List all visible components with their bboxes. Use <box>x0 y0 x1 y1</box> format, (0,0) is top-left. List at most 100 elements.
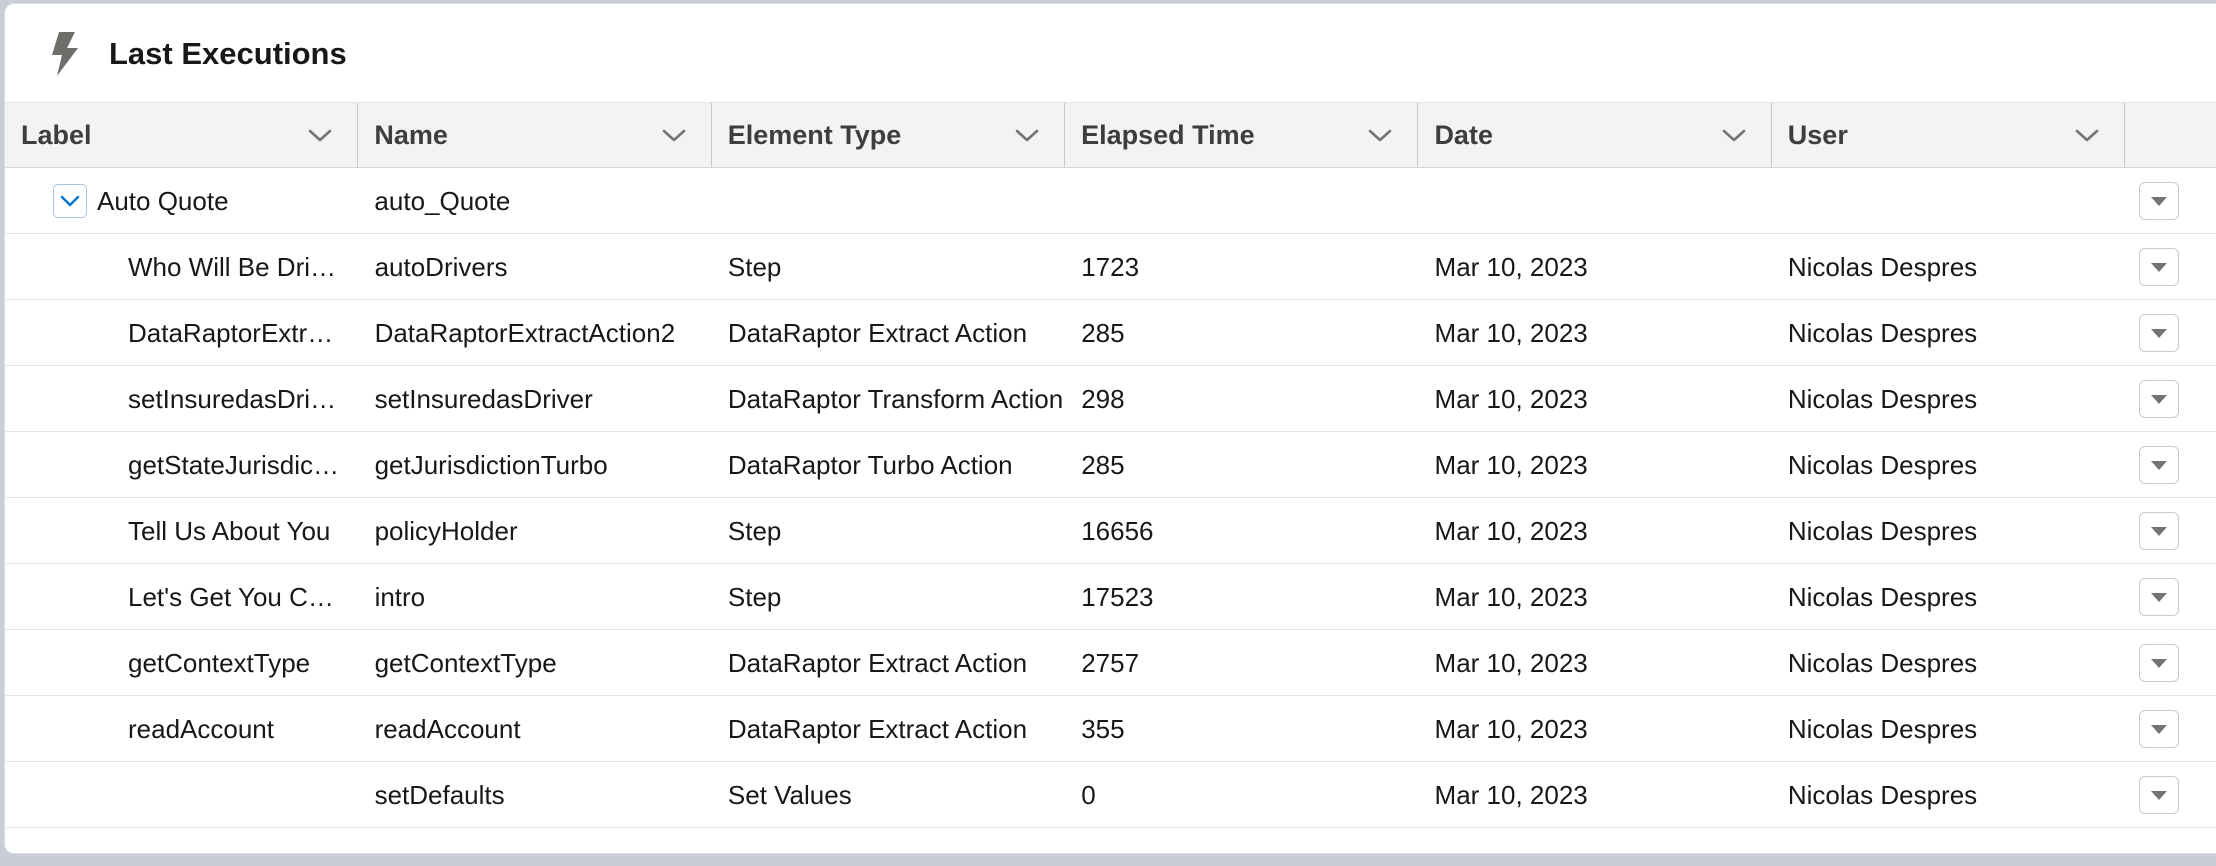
column-header-user[interactable]: User <box>1772 103 2126 167</box>
chevron-down-icon[interactable] <box>1367 124 1393 146</box>
card-header: Last Executions <box>5 4 2216 102</box>
cell-user <box>1772 168 2125 234</box>
cell-label: getStateJurisdiction <box>128 449 355 480</box>
row-actions-button[interactable] <box>2139 775 2180 814</box>
cell-elapsed-time: 16656 <box>1081 515 1154 546</box>
cell-element-type: Set Values <box>727 779 852 810</box>
cell-date: Mar 10, 2023 <box>1434 713 1588 744</box>
cell-actions <box>2125 630 2216 696</box>
table-row-parent[interactable]: Auto Quote auto_Quote <box>5 168 2216 234</box>
cell-name: autoDrivers <box>374 251 508 282</box>
chevron-down-icon[interactable] <box>661 124 687 146</box>
caret-down-icon <box>2151 394 2168 404</box>
cell-elapsed-time: 285 <box>1081 317 1125 348</box>
cell-date: Mar 10, 2023 <box>1434 779 1588 810</box>
cell-element-type: DataRaptor Extract Action <box>727 317 1028 348</box>
cell-element-type: DataRaptor Transform Action <box>727 383 1064 414</box>
collapse-toggle[interactable] <box>53 183 87 218</box>
cell-elapsed-time: 2757 <box>1081 647 1140 678</box>
column-header-label[interactable]: Label <box>5 103 359 167</box>
cell-name: DataRaptorExtractAction2 <box>374 317 676 348</box>
cell-elapsed-time <box>1065 168 1418 234</box>
cell-label: readAccount <box>128 713 274 744</box>
row-actions-button[interactable] <box>2139 709 2180 748</box>
cell-actions <box>2125 498 2216 564</box>
cell-name: policyHolder <box>374 515 518 546</box>
row-actions-button[interactable] <box>2139 643 2180 682</box>
cell-user: Nicolas Despres <box>1787 779 1978 810</box>
cell-date: Mar 10, 2023 <box>1434 317 1588 348</box>
cell-element-type: Step <box>727 515 782 546</box>
table-row[interactable]: getContextType getContextType DataRaptor… <box>5 630 2216 696</box>
row-actions-button[interactable] <box>2139 181 2180 220</box>
table-row[interactable]: setInsuredasDriver setInsuredasDriver Da… <box>5 366 2216 432</box>
cell-actions <box>2125 168 2216 234</box>
lightning-bolt-icon <box>45 30 85 78</box>
cell-label: setInsuredasDriver <box>128 383 347 414</box>
cell-label: DataRaptorExtractAction2 <box>128 317 359 348</box>
cell-user: Nicolas Despres <box>1787 251 1978 282</box>
caret-down-icon <box>2151 526 2168 536</box>
row-actions-button[interactable] <box>2139 577 2180 616</box>
caret-down-icon <box>2151 262 2168 272</box>
cell-element-type: Step <box>727 251 782 282</box>
cell-date: Mar 10, 2023 <box>1434 515 1588 546</box>
cell-date: Mar 10, 2023 <box>1434 581 1588 612</box>
cell-name: getJurisdictionTurbo <box>374 449 608 480</box>
cell-element-type: DataRaptor Turbo Action <box>727 449 1013 480</box>
cell-name: auto_Quote <box>374 185 511 216</box>
column-header-element-type[interactable]: Element Type <box>712 103 1066 167</box>
cell-actions <box>2125 432 2216 498</box>
cell-label: Who Will Be Driving <box>128 251 358 282</box>
cell-actions <box>2125 762 2216 828</box>
row-actions-button[interactable] <box>2139 379 2180 418</box>
cell-name: setInsuredasDriver <box>374 383 593 414</box>
table-row[interactable]: Who Will Be Driving autoDrivers Step 172… <box>5 234 2216 300</box>
caret-down-icon <box>2151 592 2168 602</box>
executions-table: Label Name Element Type Elapsed Time Dat… <box>5 102 2216 828</box>
table-row[interactable]: getStateJurisdiction getJurisdictionTurb… <box>5 432 2216 498</box>
row-actions-button[interactable] <box>2139 247 2180 286</box>
cell-label <box>5 762 359 828</box>
cell-date: Mar 10, 2023 <box>1434 251 1588 282</box>
cell-date: Mar 10, 2023 <box>1434 383 1588 414</box>
cell-user: Nicolas Despres <box>1787 647 1978 678</box>
table-row[interactable]: Tell Us About You policyHolder Step 1665… <box>5 498 2216 564</box>
cell-date <box>1419 168 1772 234</box>
caret-down-icon <box>2151 724 2168 734</box>
cell-user: Nicolas Despres <box>1787 515 1978 546</box>
table-row[interactable]: DataRaptorExtractAction2 DataRaptorExtra… <box>5 300 2216 366</box>
cell-user: Nicolas Despres <box>1787 713 1978 744</box>
row-actions-button[interactable] <box>2139 511 2180 550</box>
column-header-elapsed-time[interactable]: Elapsed Time <box>1065 103 1419 167</box>
row-actions-button[interactable] <box>2139 445 2180 484</box>
cell-actions <box>2125 366 2216 432</box>
cell-name: setDefaults <box>374 779 505 810</box>
chevron-down-icon[interactable] <box>1014 124 1040 146</box>
cell-user: Nicolas Despres <box>1787 581 1978 612</box>
cell-label: Auto Quote <box>5 168 358 234</box>
cell-name: readAccount <box>374 713 521 744</box>
cell-element-type <box>712 168 1065 234</box>
table-header: Label Name Element Type Elapsed Time Dat… <box>5 102 2216 168</box>
chevron-down-icon[interactable] <box>307 124 333 146</box>
chevron-down-icon[interactable] <box>2074 124 2100 146</box>
cell-label-text: Auto Quote <box>97 185 229 216</box>
column-header-name[interactable]: Name <box>358 103 712 167</box>
cell-user: Nicolas Despres <box>1787 383 1978 414</box>
column-header-date[interactable]: Date <box>1418 103 1772 167</box>
table-row[interactable]: setDefaults Set Values 0 Mar 10, 2023 Ni… <box>5 762 2216 828</box>
table-row[interactable]: readAccount readAccount DataRaptor Extra… <box>5 696 2216 762</box>
cell-element-type: Step <box>727 581 782 612</box>
caret-down-icon <box>2151 196 2168 206</box>
cell-actions <box>2125 564 2216 630</box>
cell-label: Tell Us About You <box>128 515 331 546</box>
chevron-down-icon[interactable] <box>1721 124 1747 146</box>
column-header-actions <box>2125 103 2216 167</box>
table-row[interactable]: Let's Get You Covered intro Step 17523 M… <box>5 564 2216 630</box>
row-actions-button[interactable] <box>2139 313 2180 352</box>
card-title: Last Executions <box>109 36 347 71</box>
cell-label: Let's Get You Covered <box>128 581 359 612</box>
cell-user: Nicolas Despres <box>1787 449 1978 480</box>
cell-actions <box>2125 234 2216 300</box>
